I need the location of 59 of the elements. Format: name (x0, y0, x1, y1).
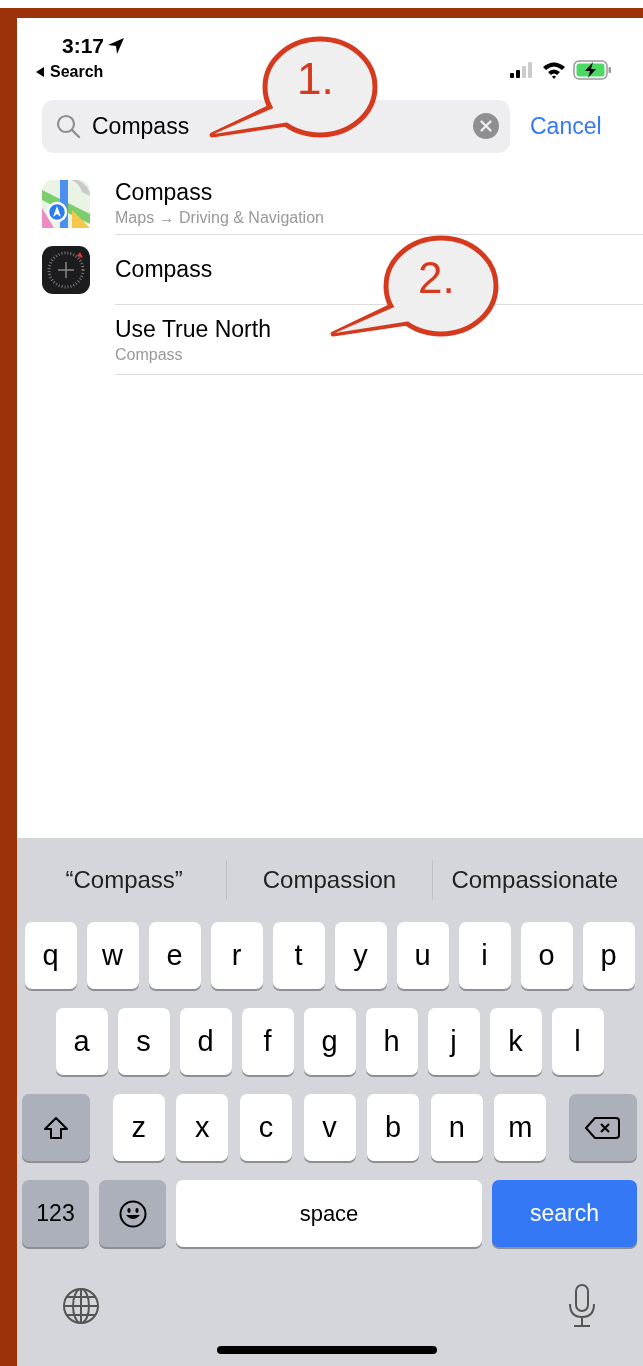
keyboard-key[interactable]: b (367, 1094, 420, 1161)
keyboard-key[interactable]: g (303, 1008, 356, 1075)
map-app-icon (42, 179, 90, 228)
callout-number: 2. (418, 256, 455, 300)
keyboard-key[interactable]: u (396, 922, 449, 989)
keyboard-key[interactable]: t (272, 922, 325, 989)
keyboard-key[interactable]: i (458, 922, 511, 989)
battery-charging-icon (573, 60, 613, 80)
location-arrow-icon (107, 37, 126, 55)
keyboard-key[interactable]: y (334, 922, 387, 989)
suggestion[interactable]: “Compass” (22, 866, 227, 894)
back-link[interactable]: Search (35, 63, 104, 81)
keyboard-key[interactable]: q (24, 922, 77, 989)
keyboard-key[interactable]: m (494, 1094, 547, 1161)
search-result[interactable]: Compass Maps → Driving & Navigation (17, 172, 643, 235)
result-subtitle: Maps → Driving & Navigation (115, 209, 324, 227)
numbers-key[interactable]: 123 (22, 1180, 89, 1247)
clock-time: 3:17 (62, 34, 105, 58)
keyboard-key[interactable]: e (148, 922, 201, 989)
clear-icon[interactable] (473, 113, 499, 139)
keyboard-key[interactable]: c (239, 1094, 292, 1161)
result-subtitle: Compass (115, 345, 183, 364)
result-title: Compass (115, 256, 213, 283)
keyboard-key[interactable]: d (179, 1008, 232, 1075)
suggestion[interactable]: Compassionate (432, 866, 637, 894)
compass-app-icon (42, 246, 90, 294)
space-key[interactable]: space (176, 1180, 482, 1247)
keyboard-key[interactable]: a (55, 1008, 108, 1075)
keyboard-key[interactable]: n (430, 1094, 483, 1161)
search-key[interactable]: search (492, 1180, 637, 1247)
keyboard-key[interactable]: l (551, 1008, 604, 1075)
emoji-key[interactable] (99, 1180, 166, 1247)
keyboard-key[interactable]: w (86, 922, 139, 989)
keyboard-key[interactable]: f (241, 1008, 294, 1075)
suggestion[interactable]: Compassion (227, 866, 432, 894)
delete-icon (585, 1115, 621, 1140)
keyboard-key[interactable]: v (303, 1094, 356, 1161)
emoji-icon (118, 1199, 147, 1228)
microphone-icon[interactable] (567, 1284, 597, 1328)
keyboard-key[interactable]: h (365, 1008, 418, 1075)
back-triangle-icon (35, 67, 45, 77)
keyboard-key[interactable]: o (520, 922, 573, 989)
keyboard-key[interactable]: p (582, 922, 635, 989)
result-title: Compass (115, 179, 213, 206)
shift-icon (42, 1114, 70, 1141)
result-title: Use True North (115, 315, 271, 343)
keyboard-key[interactable]: k (489, 1008, 542, 1075)
keyboard-key[interactable]: j (427, 1008, 480, 1075)
shift-key[interactable] (22, 1094, 90, 1161)
keyboard-key[interactable]: z (112, 1094, 165, 1161)
globe-icon[interactable] (62, 1287, 100, 1325)
signal-icon (509, 62, 535, 78)
delete-key[interactable] (569, 1094, 637, 1161)
wifi-icon (542, 61, 566, 79)
keyboard-key[interactable]: x (176, 1094, 229, 1161)
keyboard-key[interactable]: r (210, 922, 263, 989)
cancel-button[interactable]: Cancel (526, 113, 606, 140)
callout-number: 1. (297, 57, 334, 101)
keyboard-key[interactable]: s (117, 1008, 170, 1075)
